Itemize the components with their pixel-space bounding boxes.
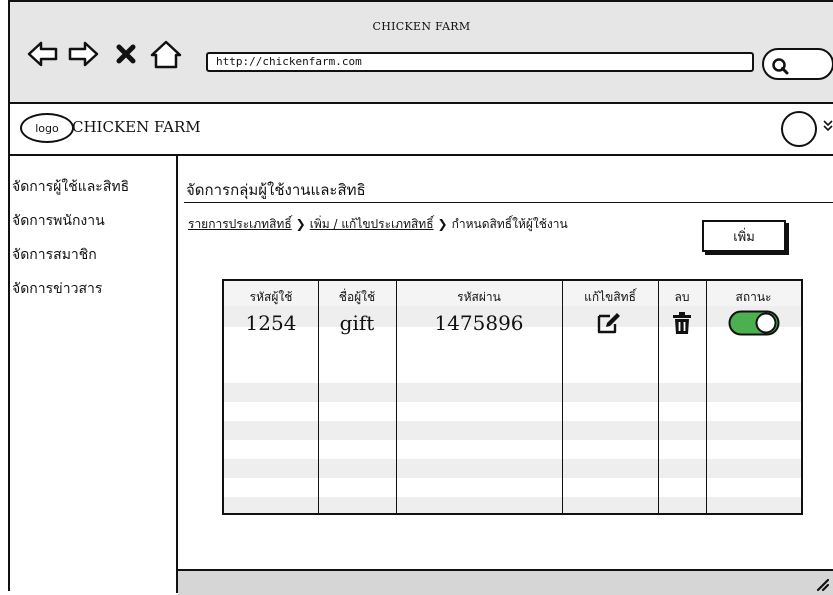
cell-user-id: 1254: [245, 311, 297, 335]
sidebar: จัดการผู้ใช้และสิทธิ จัดการพนักงาน จัดกา…: [10, 156, 178, 593]
sidebar-item-employees[interactable]: จัดการพนักงาน: [12, 210, 105, 232]
main-content: จัดการกลุ่มผู้ใช้งานและสิทธิ รายการประเภ…: [178, 156, 833, 595]
back-arrow-icon[interactable]: [26, 38, 60, 70]
column-header-delete: ลบ: [674, 290, 690, 304]
url-field[interactable]: http://chickenfarm.com: [206, 52, 754, 72]
resize-handle-icon[interactable]: [815, 577, 829, 591]
breadcrumb-add-edit-permission[interactable]: เพิ่ม / แก้ไขประเภทสิทธิ์: [310, 217, 434, 231]
home-icon[interactable]: [146, 38, 186, 70]
table-row: [224, 459, 801, 478]
window-title: CHICKEN FARM: [372, 20, 471, 33]
sidebar-item-members[interactable]: จัดการสมาชิก: [12, 244, 97, 266]
breadcrumb-permission-types[interactable]: รายการประเภทสิทธิ์: [188, 217, 292, 231]
breadcrumb-separator-icon: ❯: [437, 217, 448, 231]
site-header: logo CHICKEN FARM: [10, 104, 833, 156]
breadcrumb-separator-icon: ❯: [295, 217, 306, 231]
trash-icon[interactable]: [658, 311, 706, 335]
table-row: [224, 421, 801, 440]
title-bar: CHICKEN FARM http://chickenfarm.com: [10, 2, 833, 104]
table-row: [224, 497, 801, 513]
search-button[interactable]: [762, 48, 833, 80]
table-row: [224, 383, 801, 402]
column-header-user-id: รหัสผู้ใช้: [249, 290, 293, 304]
status-toggle[interactable]: [706, 310, 801, 336]
users-table: รหัสผู้ใช้ ชื่อผู้ใช้ รหัสผ่าน แก้ไขสิทธ…: [222, 279, 803, 515]
column-header-edit-permission: แก้ไขสิทธิ์: [584, 290, 636, 304]
add-button[interactable]: เพิ่ม: [702, 220, 786, 252]
breadcrumb: รายการประเภทสิทธิ์ ❯ เพิ่ม / แก้ไขประเภทสิ…: [188, 215, 568, 234]
status-bar: [178, 569, 833, 595]
column-header-status: สถานะ: [735, 290, 772, 304]
browser-window: CHICKEN FARM http://chickenfarm.com logo…: [8, 0, 833, 595]
user-avatar[interactable]: [781, 111, 817, 147]
forward-arrow-icon[interactable]: [66, 38, 100, 70]
cell-password: 1475896: [434, 311, 524, 335]
logo[interactable]: logo: [20, 113, 74, 143]
page-title: จัดการกลุ่มผู้ใช้งานและสิทธิ: [186, 181, 366, 199]
edit-icon[interactable]: [562, 311, 658, 335]
breadcrumb-assign-permission: กำหนดสิทธิ์ให้ผู้ใช้งาน: [451, 217, 568, 231]
brand-name: CHICKEN FARM: [72, 118, 201, 136]
sidebar-item-news[interactable]: จัดการข่าวสาร: [12, 278, 102, 300]
close-x-icon[interactable]: [114, 38, 138, 70]
sidebar-item-users[interactable]: จัดการผู้ใช้และสิทธิ: [12, 176, 129, 198]
search-icon: [772, 58, 789, 75]
column-header-username: ชื่อผู้ใช้: [338, 290, 376, 304]
title-divider: [184, 202, 833, 203]
column-header-password: รหัสผ่าน: [457, 290, 501, 304]
chevron-double-down-icon[interactable]: [822, 118, 833, 136]
cell-username: gift: [339, 311, 375, 335]
